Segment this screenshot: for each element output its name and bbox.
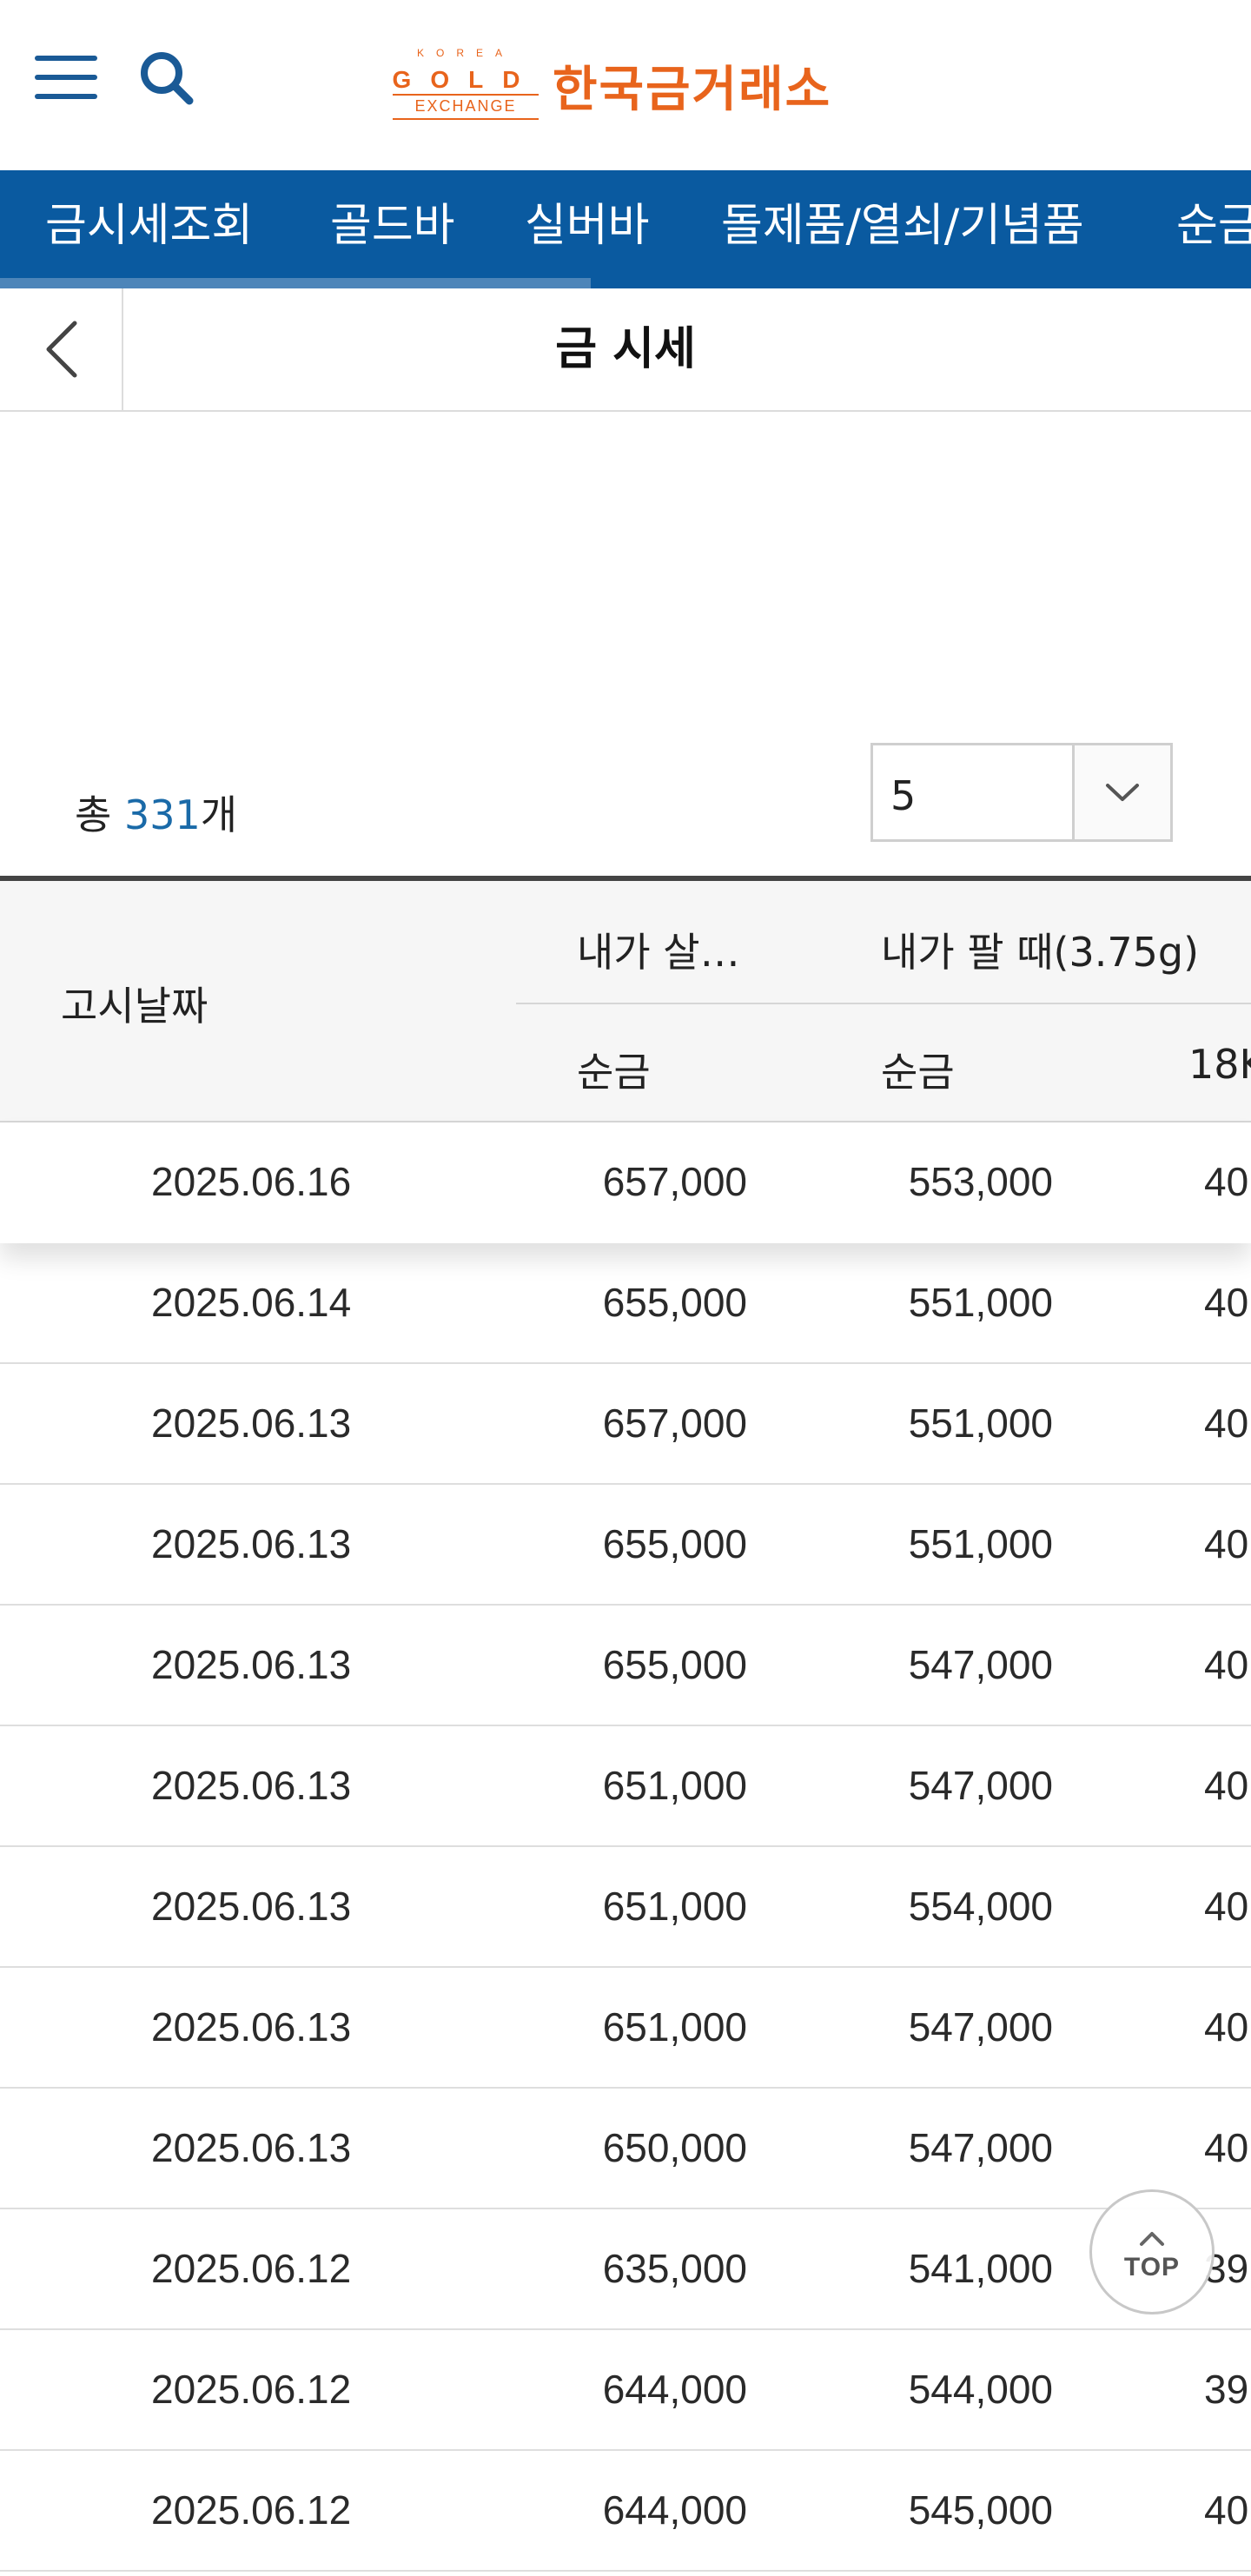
nav-item-gifts[interactable]: 돌제품/열쇠/기념품 bbox=[721, 170, 1084, 281]
cell-date: 2025.06.14 bbox=[151, 1280, 352, 1325]
cell-date: 2025.06.12 bbox=[151, 2246, 352, 2291]
select-arrow[interactable] bbox=[1072, 745, 1170, 839]
page-title: 금 시세 bbox=[555, 323, 696, 375]
chevron-up-icon bbox=[1140, 2232, 1164, 2246]
header-sell-group: 내가 팔 때(3.75g) bbox=[881, 929, 1200, 976]
table-row: 2025.06.12 644,000 544,000 39 bbox=[0, 2330, 1251, 2451]
table-row: 2025.06.13 655,000 547,000 40 bbox=[0, 1606, 1251, 1726]
cell-sell-18k: 40 bbox=[1204, 1763, 1249, 1808]
logo-emblem: KOREA GOLD EXCHANGE bbox=[391, 47, 540, 120]
cell-sell-pure: 553,000 bbox=[908, 1159, 1053, 1204]
cell-buy-pure: 655,000 bbox=[602, 1642, 747, 1687]
cell-buy-pure: 651,000 bbox=[602, 1884, 747, 1929]
total-suffix: 개 bbox=[200, 791, 238, 838]
cell-sell-18k: 39 bbox=[1204, 2367, 1249, 2412]
logo-exchange-text: EXCHANGE bbox=[414, 97, 517, 115]
header-date: 고시날짜 bbox=[61, 983, 208, 1030]
table-row: 2025.06.14 655,000 551,000 40 bbox=[0, 1243, 1251, 1364]
cell-sell-18k: 40 bbox=[1204, 2125, 1249, 2170]
page-size-value: 5 bbox=[890, 772, 917, 819]
cell-sell-18k: 40 bbox=[1204, 1642, 1249, 1687]
table-row: 2025.06.13 655,000 551,000 40 bbox=[0, 1485, 1251, 1606]
cell-buy-pure: 651,000 bbox=[602, 1763, 747, 1808]
nav-active-indicator bbox=[0, 278, 591, 288]
cell-date: 2025.06.13 bbox=[151, 2125, 352, 2170]
cell-date: 2025.06.12 bbox=[151, 2487, 352, 2533]
cell-buy-pure: 644,000 bbox=[602, 2367, 747, 2412]
header-buy-pure: 순금 bbox=[577, 1049, 651, 1096]
cell-buy-pure: 657,000 bbox=[602, 1159, 747, 1204]
cell-sell-pure: 541,000 bbox=[908, 2246, 1053, 2291]
cell-date: 2025.06.13 bbox=[151, 1884, 352, 1929]
cell-date: 2025.06.13 bbox=[151, 1763, 352, 1808]
cell-sell-pure: 545,000 bbox=[908, 2487, 1053, 2533]
cell-sell-18k: 40 bbox=[1204, 2487, 1249, 2533]
logo-name: 한국금거래소 bbox=[553, 62, 832, 118]
table-row: 2025.06.13 651,000 554,000 40 bbox=[0, 1847, 1251, 1968]
cell-date: 2025.06.13 bbox=[151, 1401, 352, 1446]
table-row: 2025.06.13 651,000 547,000 40 bbox=[0, 1726, 1251, 1847]
cell-date: 2025.06.13 bbox=[151, 1642, 352, 1687]
cell-sell-pure: 547,000 bbox=[908, 1763, 1053, 1808]
cell-sell-pure: 551,000 bbox=[908, 1401, 1053, 1446]
cell-date: 2025.06.13 bbox=[151, 1521, 352, 1566]
table-row: 2025.06.13 657,000 551,000 40 bbox=[0, 1364, 1251, 1485]
page-size-select[interactable]: 5 bbox=[870, 743, 1173, 842]
cell-buy-pure: 644,000 bbox=[602, 2487, 747, 2533]
header-sell-18k: 18K bbox=[1188, 1041, 1251, 1088]
scroll-top-button[interactable]: TOP bbox=[1089, 2189, 1215, 2314]
logo-korea-text: KOREA bbox=[416, 47, 514, 59]
chevron-down-icon bbox=[1106, 784, 1139, 801]
cell-buy-pure: 657,000 bbox=[602, 1401, 747, 1446]
cell-sell-18k: 40 bbox=[1204, 1401, 1249, 1446]
cell-buy-pure: 635,000 bbox=[602, 2246, 747, 2291]
nav-item-silver-bar[interactable]: 실버바 bbox=[525, 170, 650, 281]
cell-sell-pure: 547,000 bbox=[908, 2125, 1053, 2170]
total-prefix: 총 bbox=[75, 791, 112, 838]
cell-sell-pure: 554,000 bbox=[908, 1884, 1053, 1929]
cell-buy-pure: 651,000 bbox=[602, 2004, 747, 2050]
nav-item-gold-price[interactable]: 금시세조회 bbox=[45, 170, 253, 281]
scroll-top-label: TOP bbox=[1123, 2253, 1181, 2281]
search-icon[interactable] bbox=[137, 49, 198, 109]
nav-item-gold-bar[interactable]: 골드바 bbox=[330, 170, 455, 281]
cell-buy-pure: 650,000 bbox=[602, 2125, 747, 2170]
site-logo[interactable]: KOREA GOLD EXCHANGE 한국금거래소 bbox=[391, 45, 877, 123]
cell-sell-pure: 544,000 bbox=[908, 2367, 1053, 2412]
price-table: 고시날짜 내가 살… 내가 팔 때(3.75g) 순금 순금 18K 2025.… bbox=[0, 876, 1251, 2576]
header-buy-group: 내가 살… bbox=[577, 929, 740, 976]
logo-gold-text: GOLD bbox=[392, 66, 539, 93]
back-button[interactable] bbox=[0, 288, 123, 410]
title-bar: 금 시세 bbox=[0, 288, 1251, 412]
cell-sell-pure: 551,000 bbox=[908, 1521, 1053, 1566]
table-row: 2025.06.13 651,000 547,000 40 bbox=[0, 1968, 1251, 2089]
menu-icon[interactable] bbox=[35, 52, 99, 103]
cell-date: 2025.06.12 bbox=[151, 2367, 352, 2412]
cell-sell-pure: 551,000 bbox=[908, 1280, 1053, 1325]
header-sell-pure: 순금 bbox=[881, 1049, 955, 1096]
cell-date: 2025.06.16 bbox=[151, 1159, 352, 1204]
total-count: 총 331개 bbox=[75, 784, 237, 841]
header-divider bbox=[516, 1003, 1251, 1004]
table-row: 2025.06.13 650,000 547,000 40 bbox=[0, 2089, 1251, 2209]
cell-sell-18k: 40 bbox=[1204, 1884, 1249, 1929]
site-header: KOREA GOLD EXCHANGE 한국금거래소 bbox=[0, 0, 1251, 170]
cell-sell-18k: 40 bbox=[1204, 1280, 1249, 1325]
cell-sell-18k: 40 bbox=[1204, 1159, 1249, 1204]
cell-sell-18k: 40 bbox=[1204, 1521, 1249, 1566]
cell-sell-18k: 40 bbox=[1204, 2004, 1249, 2050]
cell-buy-pure: 655,000 bbox=[602, 1521, 747, 1566]
cell-date: 2025.06.13 bbox=[151, 2004, 352, 2050]
cell-buy-pure: 655,000 bbox=[602, 1280, 747, 1325]
total-number: 331 bbox=[123, 791, 201, 838]
table-header: 고시날짜 내가 살… 내가 팔 때(3.75g) 순금 순금 18K bbox=[0, 876, 1251, 1122]
nav-item-pure-gold[interactable]: 순금 bbox=[1176, 170, 1251, 281]
table-row: 2025.06.12 644,000 545,000 40 bbox=[0, 2451, 1251, 2572]
table-row: 2025.06.16 657,000 553,000 40 bbox=[0, 1122, 1251, 1243]
table-row: 2025.06.12 635,000 541,000 39 bbox=[0, 2209, 1251, 2330]
main-nav: 금시세조회 골드바 실버바 돌제품/열쇠/기념품 순금 bbox=[0, 170, 1251, 288]
chevron-left-icon bbox=[46, 321, 77, 378]
cell-sell-pure: 547,000 bbox=[908, 1642, 1053, 1687]
cell-sell-pure: 547,000 bbox=[908, 2004, 1053, 2050]
